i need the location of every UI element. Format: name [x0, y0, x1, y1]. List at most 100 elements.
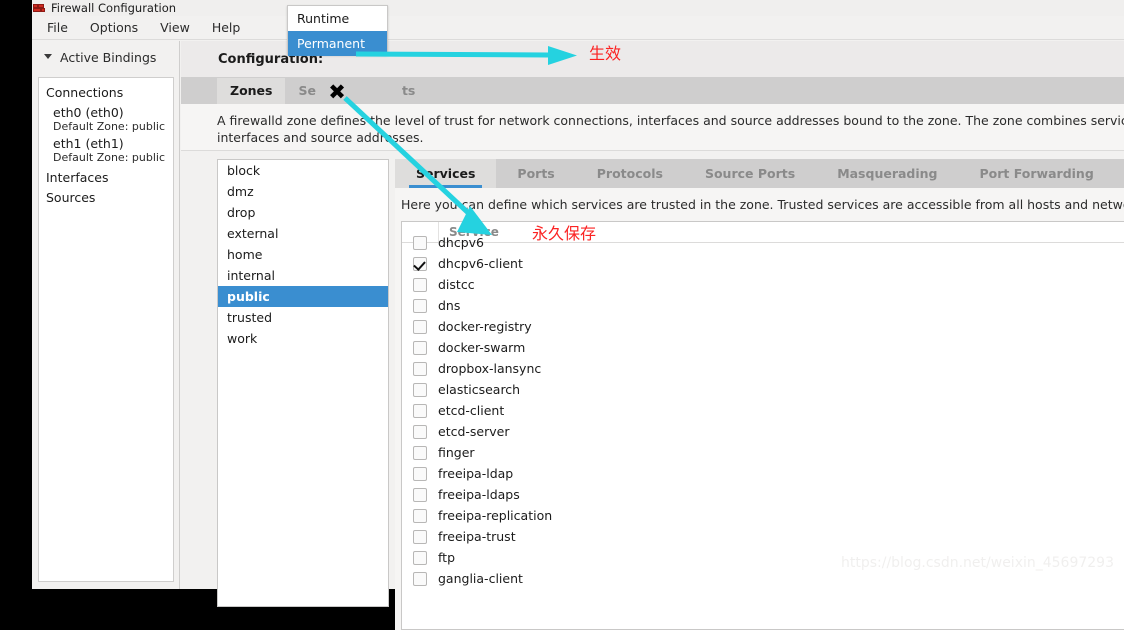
checkbox-unchecked-icon[interactable]	[413, 487, 427, 502]
checkbox-unchecked-icon[interactable]	[413, 445, 427, 460]
zone-item-home[interactable]: home	[218, 244, 388, 265]
dropdown-option-runtime[interactable]: Runtime	[288, 6, 387, 31]
main-content-pane: Configuration: Zones Se ts A firewalld z…	[181, 41, 1124, 630]
active-bindings-header[interactable]: Active Bindings	[32, 41, 179, 74]
service-name: etcd-server	[438, 424, 510, 439]
zone-item-trusted[interactable]: trusted	[218, 307, 388, 328]
configuration-dropdown[interactable]: Runtime Permanent	[287, 5, 388, 56]
tab-services-detail[interactable]: Services	[395, 159, 497, 188]
checkbox-unchecked-icon[interactable]	[413, 235, 427, 250]
window-title: Firewall Configuration	[51, 1, 177, 15]
tab-masquerading[interactable]: Masquerading	[816, 159, 958, 188]
checkbox-unchecked-icon[interactable]	[413, 277, 427, 292]
services-help-text: Here you can define which services are t…	[401, 197, 1124, 212]
service-name: ftp	[438, 550, 456, 565]
service-name: freeipa-ldaps	[438, 487, 520, 502]
checkbox-unchecked-icon[interactable]	[413, 424, 427, 439]
zone-detail-tab-bar: Services Ports Protocols Source Ports Ma…	[395, 159, 1124, 188]
checkbox-unchecked-icon[interactable]	[413, 298, 427, 313]
service-row[interactable]: freeipa-ldap	[402, 463, 1124, 484]
zone-item-work[interactable]: work	[218, 328, 388, 349]
tab-protocols[interactable]: Protocols	[576, 159, 684, 188]
active-bindings-label: Active Bindings	[60, 50, 157, 65]
zone-description: A firewalld zone defines the level of tr…	[181, 104, 1124, 151]
bindings-list[interactable]: Connections eth0 (eth0) Default Zone: pu…	[38, 77, 174, 582]
tab-source-ports[interactable]: Source Ports	[684, 159, 816, 188]
service-row[interactable]: dhcpv6-client	[402, 253, 1124, 274]
service-name: docker-registry	[438, 319, 532, 334]
service-row[interactable]: etcd-client	[402, 400, 1124, 421]
tab-port-forwarding[interactable]: Port Forwarding	[959, 159, 1115, 188]
zone-item-public[interactable]: public	[218, 286, 388, 307]
bindings-group-sources[interactable]: Sources	[39, 185, 173, 205]
title-bar: Firewall Configuration	[32, 0, 1124, 16]
service-row[interactable]: docker-registry	[402, 316, 1124, 337]
connection-default-zone: Default Zone: public	[53, 120, 165, 133]
menu-bar: File Options View Help	[32, 16, 1124, 40]
tab-services[interactable]: Se	[285, 78, 328, 104]
menu-item-file[interactable]: File	[36, 17, 79, 38]
zone-item-dmz[interactable]: dmz	[218, 181, 388, 202]
service-row[interactable]: freeipa-replication	[402, 505, 1124, 526]
service-row[interactable]: ganglia-client	[402, 568, 1124, 589]
active-bindings-pane: Active Bindings Connections eth0 (eth0) …	[32, 41, 180, 589]
services-table[interactable]: Service dhcpv6 dhcpv6-client distcc dns dock…	[401, 221, 1124, 630]
menu-item-options[interactable]: Options	[79, 17, 149, 38]
chevron-down-icon	[44, 53, 53, 62]
menu-item-view[interactable]: View	[149, 17, 201, 38]
firewall-brick-icon	[33, 3, 45, 14]
zone-description-line2: interfaces and source addresses.	[217, 130, 424, 145]
service-name: distcc	[438, 277, 475, 292]
checkbox-unchecked-icon[interactable]	[413, 382, 427, 397]
menu-item-help[interactable]: Help	[201, 17, 252, 38]
service-row[interactable]: finger	[402, 442, 1124, 463]
zone-item-external[interactable]: external	[218, 223, 388, 244]
bindings-group-interfaces[interactable]: Interfaces	[39, 165, 173, 185]
firewall-configuration-window: Firewall Configuration File Options View…	[32, 0, 1124, 630]
service-row[interactable]: elasticsearch	[402, 379, 1124, 400]
service-row[interactable]: ftp	[402, 547, 1124, 568]
checkbox-unchecked-icon[interactable]	[413, 571, 427, 586]
top-tab-bar: Zones Se ts	[181, 77, 1124, 107]
bindings-group-connections[interactable]: Connections	[39, 83, 173, 103]
dropdown-option-permanent[interactable]: Permanent	[288, 31, 387, 56]
service-row[interactable]: docker-swarm	[402, 337, 1124, 358]
tab-ports[interactable]: Ports	[496, 159, 575, 188]
service-name: dropbox-lansync	[438, 361, 542, 376]
service-name: dns	[438, 298, 461, 313]
tab-icmp-filter[interactable]: ICMP Filter	[1115, 159, 1124, 188]
service-row[interactable]: freeipa-ldaps	[402, 484, 1124, 505]
service-row[interactable]: etcd-server	[402, 421, 1124, 442]
connection-default-zone: Default Zone: public	[53, 151, 165, 164]
service-row[interactable]: freeipa-trust	[402, 526, 1124, 547]
service-row[interactable]: dns	[402, 295, 1124, 316]
zone-list[interactable]: block dmz drop external home internal pu…	[217, 159, 389, 607]
checkbox-checked-icon[interactable]	[413, 256, 427, 271]
checkbox-unchecked-icon[interactable]	[413, 508, 427, 523]
checkbox-unchecked-icon[interactable]	[413, 403, 427, 418]
service-row[interactable]: dhcpv6	[402, 232, 1124, 253]
service-row[interactable]: distcc	[402, 274, 1124, 295]
service-name: dhcpv6	[438, 235, 485, 250]
zone-description-line1: A firewalld zone defines the level of tr…	[217, 113, 1124, 128]
services-row-container: dhcpv6 dhcpv6-client distcc dns docker-regis…	[402, 232, 1124, 589]
checkbox-unchecked-icon[interactable]	[413, 319, 427, 334]
service-name: ganglia-client	[438, 571, 523, 586]
zone-item-block[interactable]: block	[218, 160, 388, 181]
tab-ipsets[interactable]: ts	[389, 78, 428, 104]
checkbox-unchecked-icon[interactable]	[413, 529, 427, 544]
checkbox-unchecked-icon[interactable]	[413, 550, 427, 565]
connection-name: eth1 (eth1)	[53, 136, 124, 151]
checkbox-unchecked-icon[interactable]	[413, 361, 427, 376]
service-name: freeipa-ldap	[438, 466, 514, 481]
service-name: freeipa-replication	[438, 508, 553, 523]
checkbox-unchecked-icon[interactable]	[413, 466, 427, 481]
zone-item-internal[interactable]: internal	[218, 265, 388, 286]
checkbox-unchecked-icon[interactable]	[413, 340, 427, 355]
service-name: freeipa-trust	[438, 529, 516, 544]
zone-item-drop[interactable]: drop	[218, 202, 388, 223]
binding-connection-eth1[interactable]: eth1 (eth1) Default Zone: public	[39, 134, 173, 165]
binding-connection-eth0[interactable]: eth0 (eth0) Default Zone: public	[39, 103, 173, 134]
service-row[interactable]: dropbox-lansync	[402, 358, 1124, 379]
tab-zones[interactable]: Zones	[217, 78, 286, 107]
